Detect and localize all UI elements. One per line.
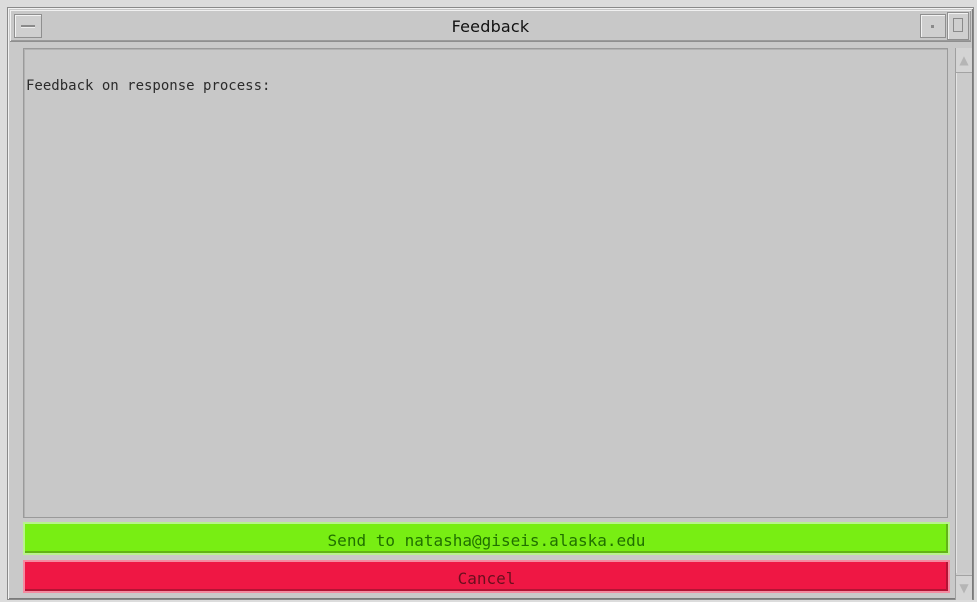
feedback-text[interactable]: Feedback on response process:	[26, 78, 270, 94]
maximize-button[interactable]	[947, 12, 969, 40]
scroll-track[interactable]	[956, 73, 972, 573]
feedback-text-area[interactable]: Feedback on response process:	[23, 48, 948, 518]
cancel-button-label: Cancel	[457, 569, 516, 588]
scroll-down-button[interactable]: ▼	[956, 575, 972, 600]
maximize-icon	[953, 18, 963, 32]
minimize-button[interactable]	[920, 14, 946, 38]
scroll-up-button[interactable]: ▲	[956, 48, 972, 73]
minimize-icon	[931, 25, 934, 28]
scroll-up-icon: ▲	[959, 53, 969, 67]
send-button-label: Send to natasha@giseis.alaska.edu	[327, 531, 646, 550]
send-button[interactable]: Send to natasha@giseis.alaska.edu	[23, 522, 950, 555]
cancel-button[interactable]: Cancel	[23, 560, 950, 593]
title-bar[interactable]: Feedback	[10, 10, 971, 42]
window-title: Feedback	[451, 17, 530, 36]
scroll-down-icon: ▼	[959, 581, 969, 595]
vertical-scrollbar[interactable]: ▲ ▼	[955, 48, 972, 600]
feedback-window: Feedback Feedback on response process: ▲…	[7, 7, 974, 600]
